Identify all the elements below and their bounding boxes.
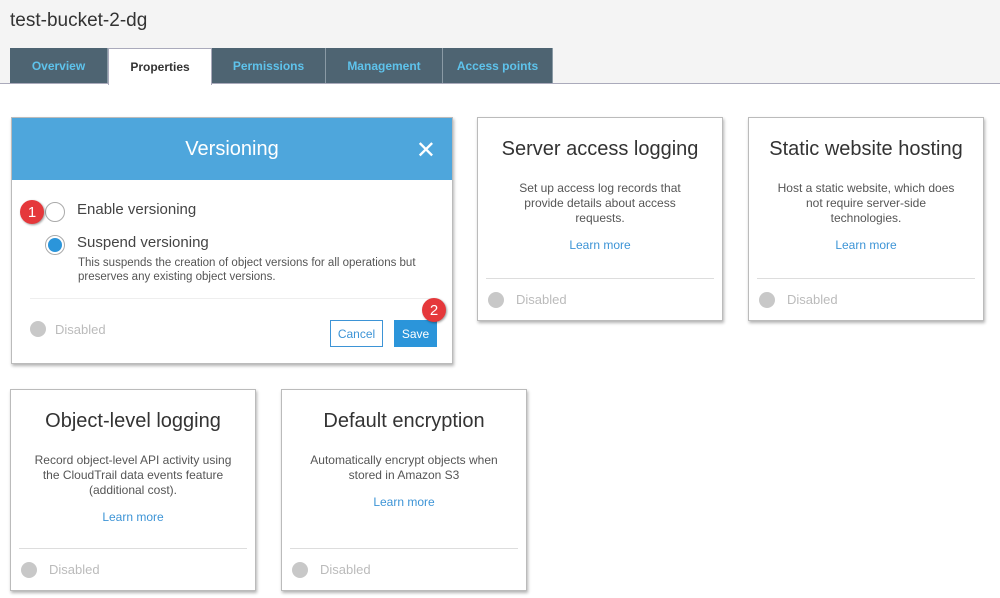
divider [30, 298, 434, 299]
status-toggle-icon [292, 561, 308, 578]
cancel-button[interactable]: Cancel [330, 320, 383, 347]
card-object-level-logging[interactable]: Object-level logging Record object-level… [10, 389, 256, 591]
status-toggle-icon [21, 561, 37, 578]
versioning-title: Versioning [185, 137, 279, 160]
save-button[interactable]: Save [394, 320, 437, 347]
learn-more-link[interactable]: Learn more [478, 238, 722, 252]
page-title: test-bucket-2-dg [10, 10, 148, 31]
close-icon[interactable]: ✕ [416, 136, 436, 165]
tab-properties[interactable]: Properties [108, 48, 212, 85]
card-static-website-hosting[interactable]: Static website hosting Host a static web… [748, 117, 984, 321]
card-description: Set up access log records that provide d… [519, 181, 681, 225]
card-title: Default encryption [323, 410, 485, 432]
suspend-versioning-radio[interactable] [45, 235, 65, 255]
status-text: Disabled [320, 562, 371, 577]
card-title: Static website hosting [769, 138, 963, 160]
tab-access-points[interactable]: Access points [443, 48, 553, 83]
card-default-encryption[interactable]: Default encryption Automatically encrypt… [281, 389, 527, 591]
enable-versioning-radio[interactable] [45, 202, 65, 222]
header: test-bucket-2-dg Overview Properties Per… [0, 0, 1000, 85]
status-text: Disabled [55, 322, 106, 337]
enable-versioning-label[interactable]: Enable versioning [77, 201, 196, 218]
learn-more-link[interactable]: Learn more [282, 495, 526, 509]
card-title: Server access logging [501, 138, 699, 160]
status-text: Disabled [516, 292, 567, 307]
card-footer: Disabled [757, 278, 975, 320]
status-toggle-icon [30, 321, 46, 337]
learn-more-link[interactable]: Learn more [11, 510, 255, 524]
tab-permissions[interactable]: Permissions [212, 48, 326, 83]
tab-management[interactable]: Management [326, 48, 443, 83]
learn-more-link[interactable]: Learn more [749, 238, 983, 252]
versioning-header: Versioning ✕ [12, 118, 452, 180]
status-toggle-icon [759, 291, 775, 308]
tab-overview[interactable]: Overview [10, 48, 108, 83]
suspend-versioning-label[interactable]: Suspend versioning [77, 234, 209, 251]
card-title: Object-level logging [45, 410, 221, 432]
status-toggle-icon [488, 291, 504, 308]
card-description: Automatically encrypt objects when store… [310, 453, 498, 482]
card-server-access-logging[interactable]: Server access logging Set up access log … [477, 117, 723, 321]
step-badge-1: 1 [20, 200, 44, 224]
card-footer: Disabled [19, 548, 247, 590]
card-description: Record object-level API activity using t… [34, 453, 232, 497]
status-text: Disabled [49, 562, 100, 577]
suspend-description: This suspends the creation of object ver… [78, 257, 416, 283]
status-text: Disabled [787, 292, 838, 307]
card-description: Host a static website, which does not re… [777, 181, 955, 225]
card-footer: Disabled [486, 278, 714, 320]
tab-bar: Overview Properties Permissions Manageme… [10, 48, 553, 85]
versioning-panel: Versioning ✕ Enable versioning 1 Suspend… [11, 117, 453, 364]
card-footer: Disabled [290, 548, 518, 590]
step-badge-2: 2 [422, 298, 446, 322]
